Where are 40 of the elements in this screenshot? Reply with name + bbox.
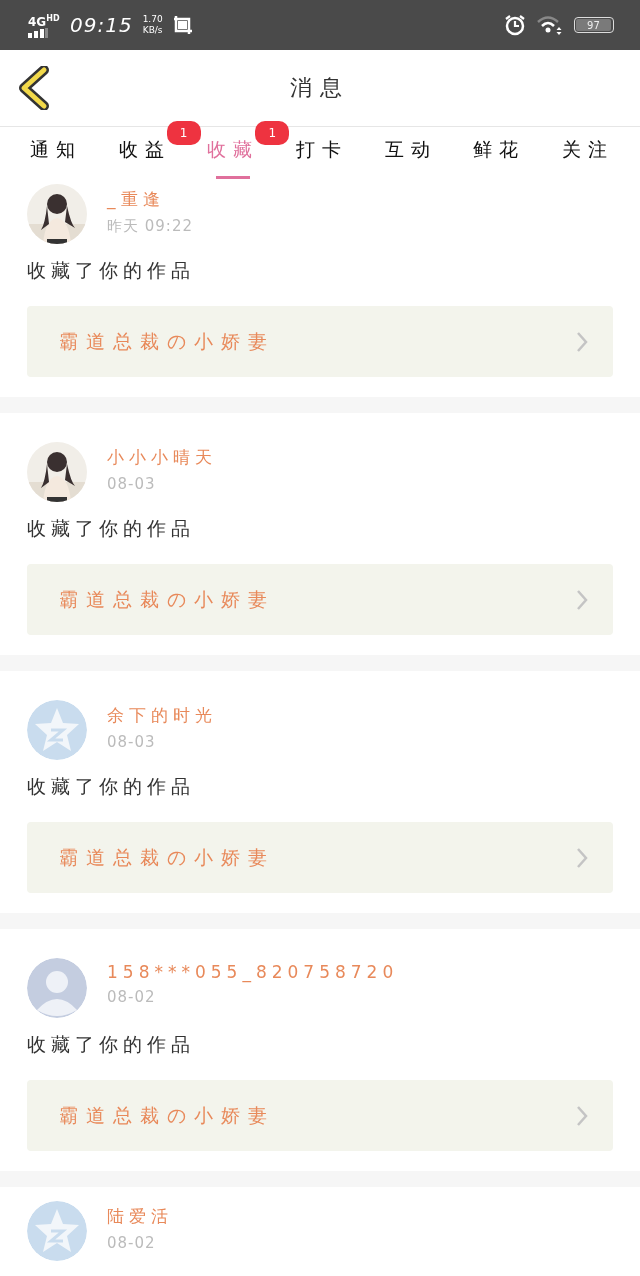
tab[interactable]: 互动 (384, 127, 437, 180)
screenshot-icon (172, 15, 193, 35)
message-time: 08-02 (107, 988, 157, 1006)
page-title: 消息 (290, 74, 350, 102)
battery-level: 97 (587, 19, 600, 31)
tab[interactable]: 打卡 (295, 127, 348, 180)
tab[interactable]: 关注 (561, 127, 614, 180)
message-time: 08-03 (107, 475, 157, 493)
message-text: 收藏了你的作品 (27, 516, 196, 541)
back-icon[interactable] (16, 66, 50, 110)
message-text: 收藏了你的作品 (27, 774, 196, 799)
speed-unit: KB/s (142, 25, 163, 36)
user-name[interactable]: 158***055_820758720 (107, 962, 399, 982)
work-link[interactable]: 霸道总裁の小娇妻 (27, 564, 613, 635)
network-label: 4G$^{HD}$ (28, 12, 60, 28)
tab[interactable]: 通知 (30, 127, 82, 180)
signal-icon (28, 27, 48, 38)
message-time: 08-02 (107, 1234, 157, 1252)
speed-value: 1.70 (142, 14, 163, 25)
message-text: 收藏了你的作品 (27, 258, 196, 283)
message-time: 08-03 (107, 733, 157, 751)
count-badge: 1 (255, 121, 290, 145)
star-avatar-icon (27, 700, 87, 760)
work-link[interactable]: 霸道总裁の小娇妻 (27, 1080, 613, 1151)
user-name[interactable]: 余下的时光 (107, 704, 217, 727)
avatar-icon (27, 958, 87, 1018)
tab[interactable]: 鲜花 (473, 127, 526, 180)
message-text: 收藏了你的作品 (27, 1032, 196, 1057)
count-badge: 1 (166, 121, 201, 145)
user-name[interactable]: _重逢 (107, 188, 193, 211)
user-name[interactable]: 小小小晴天 (107, 446, 217, 469)
star-avatar-icon (27, 1201, 87, 1261)
wifi-icon (536, 15, 564, 35)
user-name[interactable]: 陆爱活 (107, 1205, 173, 1228)
work-link[interactable]: 霸道总裁の小娇妻 (27, 306, 613, 377)
tab-underline (216, 176, 251, 179)
work-link[interactable]: 霸道总裁の小娇妻 (27, 822, 613, 893)
message-time: 昨天 09:22 (107, 217, 193, 236)
alarm-icon (504, 14, 526, 36)
clock: 09:15 (70, 13, 133, 37)
